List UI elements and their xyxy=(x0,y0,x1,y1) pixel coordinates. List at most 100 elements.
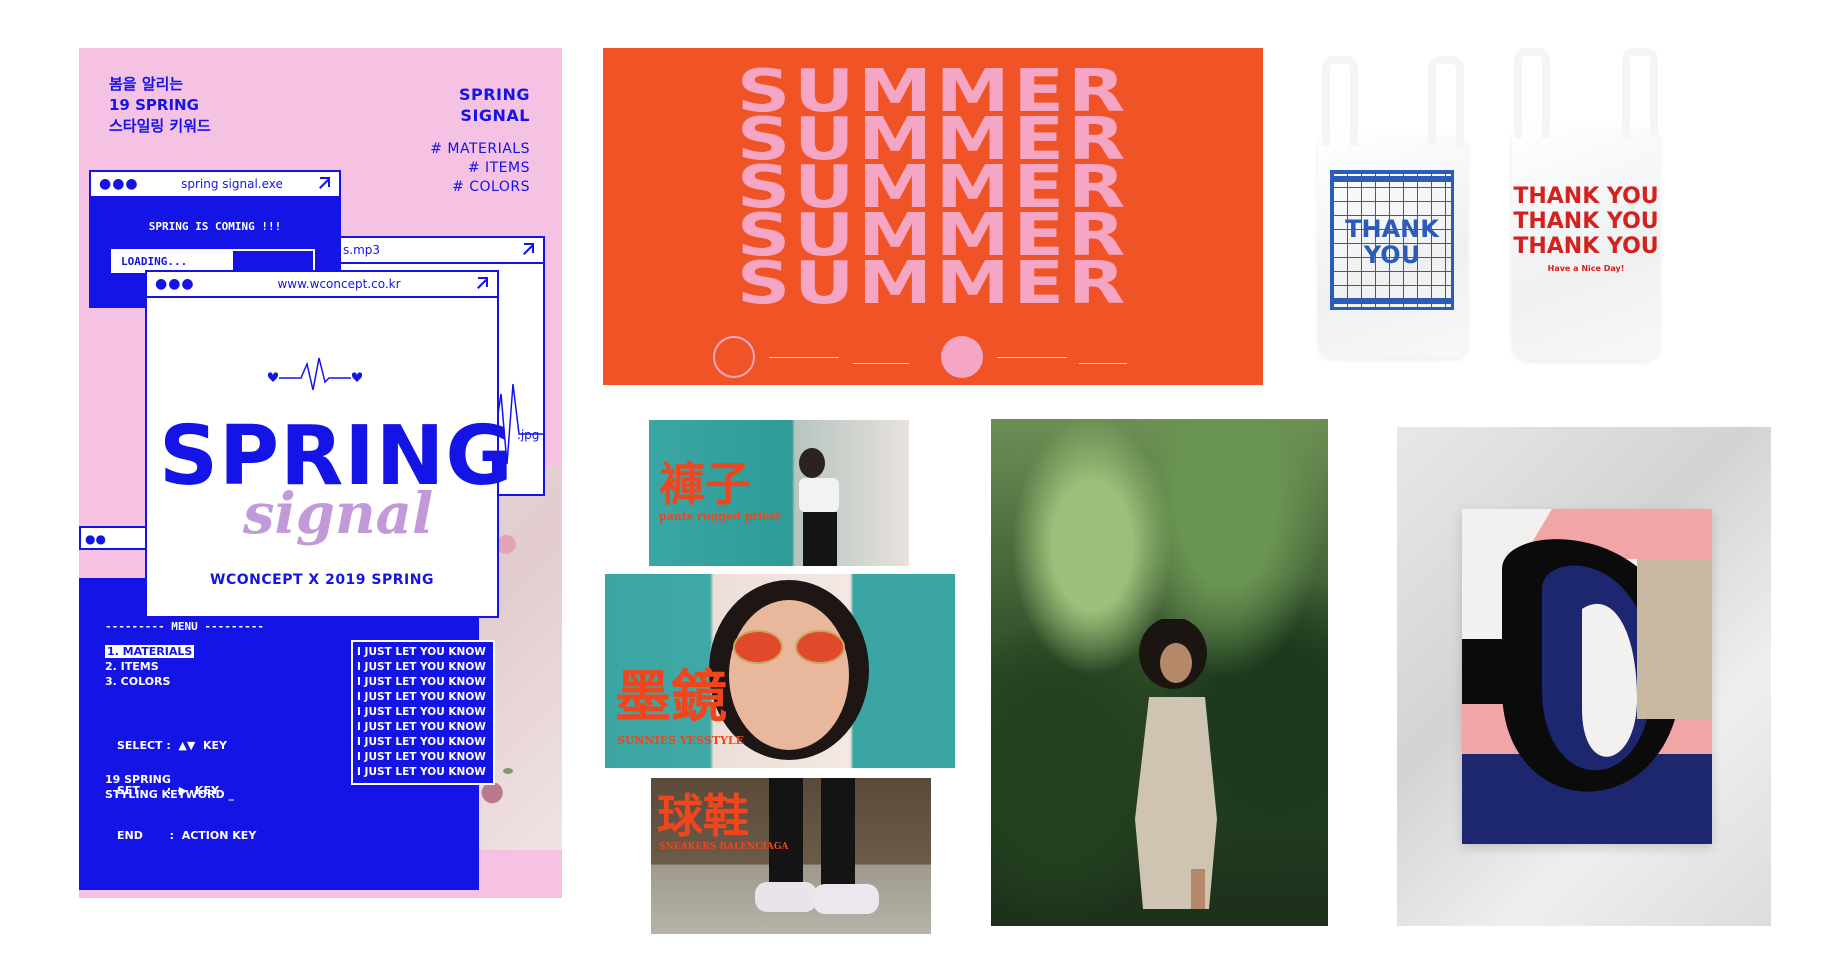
person-shirt xyxy=(799,478,839,512)
window-exe-title: spring signal.exe xyxy=(181,177,283,191)
summer-fine-print-1 xyxy=(769,344,839,358)
menu-footer: 19 SPRING STYLING KEYWORD _ xyxy=(105,772,234,802)
window-mp3-title: s.mp3 xyxy=(343,243,381,257)
key-select: SELECT : ▲▼ KEY xyxy=(117,739,228,752)
menu-item-colors[interactable]: 3. COLORS xyxy=(105,674,194,689)
sunglasses-right-lens xyxy=(795,630,845,664)
sneaker-left xyxy=(755,882,817,912)
menu-item-materials-label: 1. MATERIALS xyxy=(105,645,195,658)
sunnies-chinese-title: 墨鏡 xyxy=(615,664,727,730)
red-thank-you-bag: THANK YOU THANK YOU THANK YOU Have a Nic… xyxy=(1512,48,1660,360)
window-wconcept-body: SPRING signal WCONCEPT X 2019 SPRING xyxy=(147,298,513,616)
forest-portrait-photo xyxy=(991,419,1328,926)
poster-credit: WCONCEPT X 2019 SPRING xyxy=(210,572,434,588)
sneakers-chinese-title: 球鞋 xyxy=(657,789,749,843)
menu-item-items[interactable]: 2. ITEMS xyxy=(105,659,194,674)
footer-line-1: 19 SPRING xyxy=(105,773,171,786)
bag-handle-right xyxy=(1428,56,1464,146)
person-leg-left xyxy=(769,778,803,888)
jlyk-line: I JUST LET YOU KNOW xyxy=(357,676,486,688)
expand-icon[interactable] xyxy=(473,276,489,292)
spring-signal-poster: 봄을 알리는 19 SPRING 스타일링 키워드 SPRING SIGNAL … xyxy=(79,48,562,898)
signal-script-title: signal xyxy=(243,481,434,547)
window-mp3-titlebar[interactable]: s.mp3 xyxy=(335,238,543,264)
kor-line-1: 봄을 알리는 xyxy=(109,75,184,93)
jlyk-line: I JUST LET YOU KNOW xyxy=(357,706,486,718)
bag-stripe xyxy=(1330,298,1454,304)
red-bag-text: THANK YOU THANK YOU THANK YOU xyxy=(1512,184,1660,259)
jlyk-line: I JUST LET YOU KNOW xyxy=(357,661,486,673)
jlyk-line: I JUST LET YOU KNOW xyxy=(357,646,486,658)
person-face xyxy=(729,600,849,750)
outline-circle-icon xyxy=(713,336,755,378)
bag-handle-right xyxy=(1622,48,1658,138)
window-exe-titlebar[interactable]: ●●● spring signal.exe xyxy=(91,172,339,198)
menu-item-materials[interactable]: 1. MATERIALS xyxy=(105,644,195,659)
kor-line-3: 스타일링 키워드 xyxy=(109,117,211,135)
person-head xyxy=(799,448,825,478)
heartbeat-heart-icon xyxy=(267,357,363,391)
poster-tags: # MATERIALS # ITEMS # COLORS xyxy=(430,140,530,197)
person-leg-right xyxy=(821,778,855,888)
expand-icon[interactable] xyxy=(519,242,535,258)
jlyk-line: I JUST LET YOU KNOW xyxy=(357,751,486,763)
poster-headline: SPRING SIGNAL xyxy=(459,84,530,126)
just-let-you-know-box: I JUST LET YOU KNOW I JUST LET YOU KNOW … xyxy=(351,640,495,785)
window-wconcept-titlebar[interactable]: ●●● www.wconcept.co.kr xyxy=(147,272,497,298)
headline-line-1: SPRING xyxy=(458,85,530,104)
footer-line-2: STYLING KEYWORD _ xyxy=(105,788,234,801)
jlyk-line: I JUST LET YOU KNOW xyxy=(357,721,486,733)
kor-line-2: 19 SPRING xyxy=(109,96,199,114)
summer-poster: SUMMER SUMMER SUMMER SUMMER SUMMER xyxy=(603,48,1263,385)
number-five-card xyxy=(1462,509,1712,844)
red-bag-line-2: THANK YOU xyxy=(1513,209,1659,234)
key-end: END : ACTION KEY xyxy=(117,829,257,842)
person-pants xyxy=(803,512,837,566)
blue-bag-you: YOU xyxy=(1363,241,1421,269)
headline-line-2: SIGNAL xyxy=(460,106,530,125)
tag-materials: # MATERIALS xyxy=(430,141,530,157)
window-jpg-title: .jpg xyxy=(517,428,540,442)
woman-figure xyxy=(1135,619,1217,909)
pants-chinese-title: 褲子 xyxy=(659,457,751,511)
bag-stripe xyxy=(1330,176,1454,182)
red-bag-line-3: THANK YOU xyxy=(1513,234,1659,259)
sunglasses-left-lens xyxy=(733,630,783,664)
jlyk-line: I JUST LET YOU KNOW xyxy=(357,736,486,748)
summer-fine-print-4 xyxy=(1079,344,1127,364)
tag-colors: # COLORS xyxy=(452,179,530,195)
menu-dots-icon: ●● xyxy=(85,532,106,546)
expand-icon[interactable] xyxy=(315,176,331,192)
blue-thank-you-bag: THANK YOU xyxy=(1318,56,1468,358)
filled-circle-icon xyxy=(941,336,983,378)
sunnies-subtitle: SUNNIES YESSTYLE xyxy=(617,734,744,747)
red-bag-line-1: THANK YOU xyxy=(1513,184,1659,209)
window-wconcept-title: www.wconcept.co.kr xyxy=(277,277,401,291)
jlyk-line: I JUST LET YOU KNOW xyxy=(357,766,486,778)
pants-subtitle: pants rugged priest xyxy=(659,510,781,523)
leaf-4 xyxy=(503,768,513,774)
summer-fine-print-2 xyxy=(853,344,909,364)
number-five-graphic xyxy=(1462,509,1712,844)
moodboard-canvas: 봄을 알리는 19 SPRING 스타일링 키워드 SPRING SIGNAL … xyxy=(0,0,1821,968)
menu-items: 1. MATERIALS 2. ITEMS 3. COLORS xyxy=(105,644,195,689)
bag-handle-left xyxy=(1514,48,1550,138)
poster-korean-title: 봄을 알리는 19 SPRING 스타일링 키워드 xyxy=(109,74,211,137)
summer-line-5: SUMMER xyxy=(736,248,1130,318)
window-dots-icon: ●●● xyxy=(155,276,195,292)
summer-fine-print-3 xyxy=(997,344,1067,358)
blue-bag-text: THANK YOU xyxy=(1328,216,1456,268)
sneakers-photo: 球鞋 SNEAKERS BALENCIAGA xyxy=(651,778,931,934)
window-wconcept[interactable]: ●●● www.wconcept.co.kr SPRING signal WCO… xyxy=(145,270,513,618)
spring-coming-message: SPRING IS COMING !!! xyxy=(148,220,282,233)
pants-photo: 褲子 pants rugged priest xyxy=(649,420,909,566)
blue-bag-thank: THANK xyxy=(1345,215,1439,243)
menu-header: --------- MENU --------- xyxy=(105,620,264,633)
loading-label: LOADING... xyxy=(113,251,233,271)
window-dots-icon: ●●● xyxy=(99,176,139,192)
jlyk-line: I JUST LET YOU KNOW xyxy=(357,691,486,703)
sunnies-photo: 墨鏡 SUNNIES YESSTYLE xyxy=(605,574,955,768)
tag-items: # ITEMS xyxy=(467,160,530,176)
bag-handle-left xyxy=(1322,56,1358,146)
sneakers-subtitle: SNEAKERS BALENCIAGA xyxy=(659,842,789,852)
